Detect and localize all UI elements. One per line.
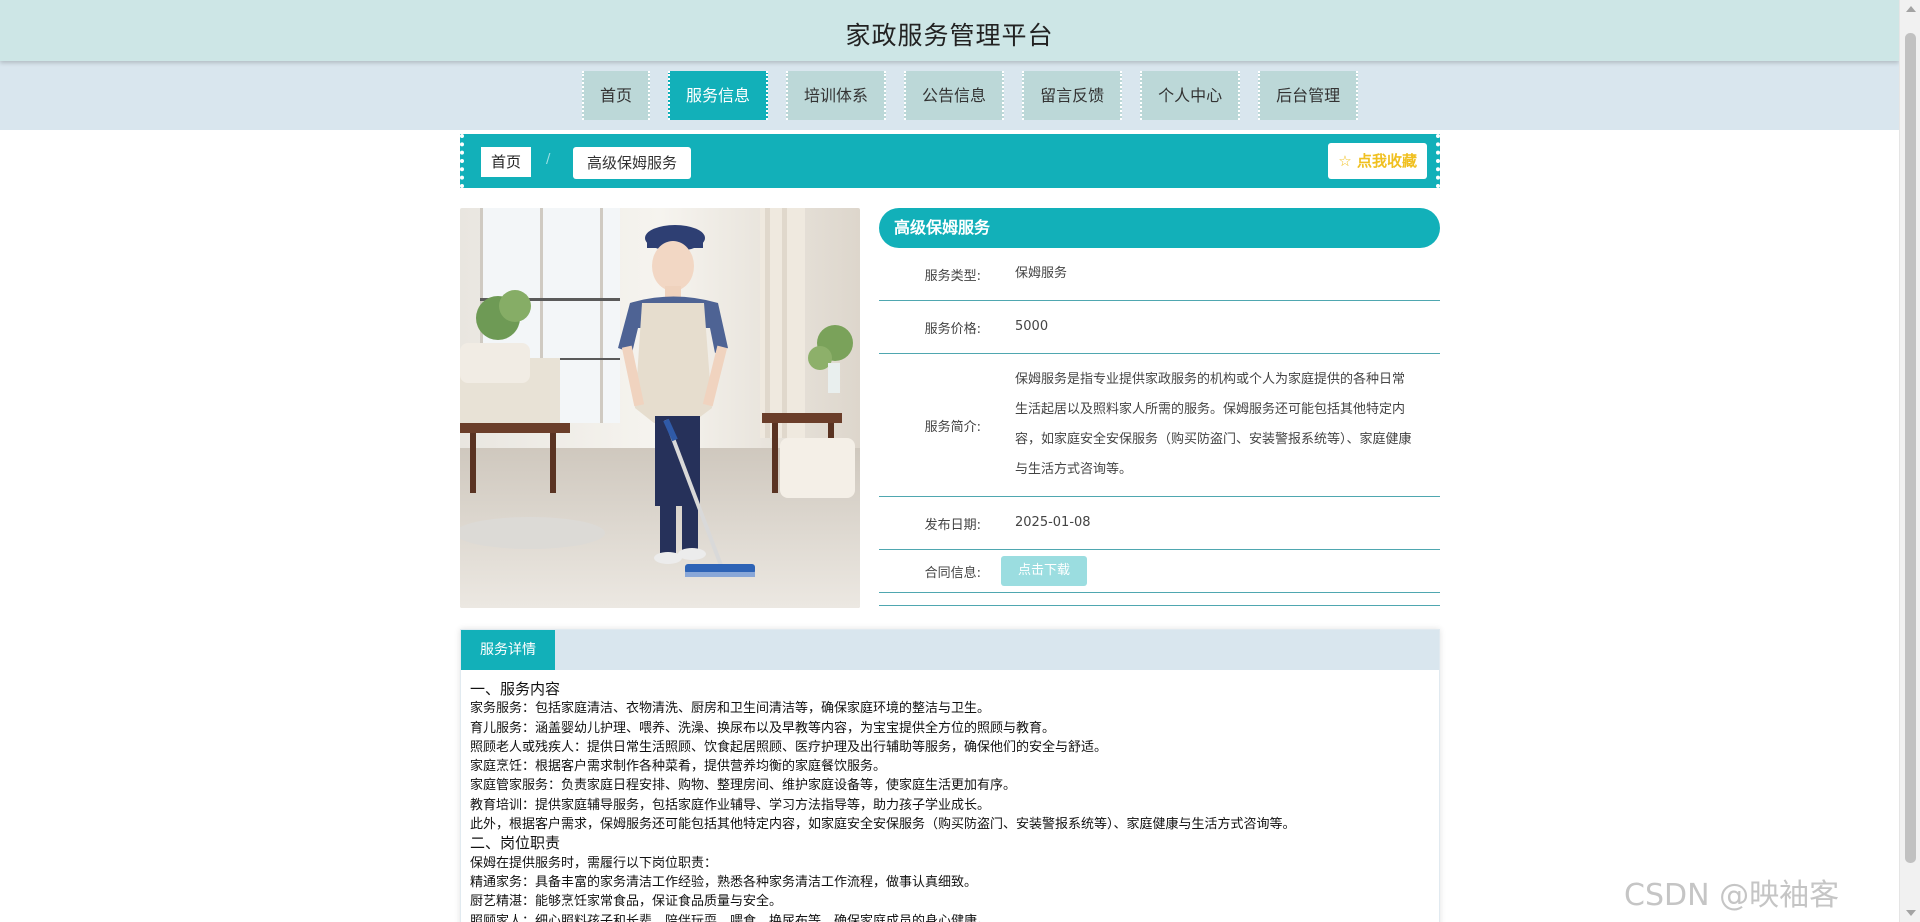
favorite-button[interactable]: ☆ 点我收藏 xyxy=(1328,143,1427,179)
content-line: 家庭烹饪：根据客户需求制作各种菜肴，提供营养均衡的家庭餐饮服务。 xyxy=(470,759,887,775)
publish-date-row: 发布日期: 2025-01-08 xyxy=(879,497,1440,550)
favorite-button-label: 点我收藏 xyxy=(1356,152,1417,170)
page: 家政服务管理平台 首页 服务信息 培训体系 公告信息 留言反馈 个人中心 后台管理 首页 /… xyxy=(0,0,1920,922)
watermark: CSDN @映袖客 xyxy=(1624,878,1840,913)
top-header: 家政服务管理平台 xyxy=(0,0,1899,61)
content-line: 保姆在提供服务时，需履行以下岗位职责： xyxy=(470,855,718,871)
nav-item-3[interactable]: 公告信息 xyxy=(904,71,1005,120)
contract-label: 合同信息: xyxy=(924,565,981,581)
service-type-value: 保姆服务 xyxy=(1015,266,1068,281)
service-type-row: 服务类型: 保姆服务 xyxy=(879,248,1440,301)
content-line: 家务服务：包括家庭清洁、衣物清洗、厨房和卫生间清洁等，确保家庭环境的整洁与卫生。 xyxy=(470,701,991,717)
content-line: 照顾老人或残疾人：提供日常生活照顾、饮食起居照顾、医疗护理及出行辅助等服务，确保… xyxy=(470,739,1108,755)
content-line: 照顾家人：细心照料孩子和长辈，陪伴玩耍、喂食、换尿布等，确保家庭成员的身心健康。 xyxy=(470,913,991,922)
download-button[interactable]: 点击下载 xyxy=(1001,556,1087,586)
content-section-heading: 一、服务内容 xyxy=(470,680,561,698)
service-price-value: 5000 xyxy=(1015,319,1049,334)
content-section-heading: 二、岗位职责 xyxy=(470,834,561,853)
housekeeper-illustration xyxy=(460,208,860,608)
tab-header: 服务详情 xyxy=(461,630,1439,670)
service-detail-tabs: 服务详情 一、服务内容家务服务：包括家庭清洁、衣物清洗、厨房和卫生间清洁等，确保… xyxy=(460,629,1440,922)
scroll-up-arrow-icon[interactable] xyxy=(1906,6,1916,12)
star-outline-icon: ☆ xyxy=(1338,152,1352,170)
content-line: 育儿服务：涵盖婴幼儿护理、喂养、洗澡、换尿布以及早教等内容，为宝宝提供全方位的照… xyxy=(470,720,1056,736)
service-price-row: 服务价格: 5000 xyxy=(879,301,1440,354)
service-title: 高级保姆服务 xyxy=(879,208,1440,248)
nav-item-6[interactable]: 后台管理 xyxy=(1258,71,1359,120)
service-intro-row: 服务简介: 保姆服务是指专业提供家政服务的机构或个人为家庭提供的各种日常生活起居… xyxy=(879,354,1440,497)
detail-divider xyxy=(879,593,1440,606)
nav-item-1[interactable]: 服务信息 xyxy=(668,71,769,120)
service-type-label: 服务类型: xyxy=(924,268,981,284)
tab-content: 一、服务内容家务服务：包括家庭清洁、衣物清洗、厨房和卫生间清洁等，确保家庭环境的… xyxy=(461,670,1439,922)
nav-item-5[interactable]: 个人中心 xyxy=(1140,71,1241,120)
breadcrumb: 首页 / 高级保姆服务 ☆ 点我收藏 xyxy=(460,134,1440,188)
breadcrumb-current: 高级保姆服务 xyxy=(573,147,692,179)
nav-list: 首页 服务信息 培训体系 公告信息 留言反馈 个人中心 后台管理 xyxy=(582,71,1359,120)
main-nav: 首页 服务信息 培训体系 公告信息 留言反馈 个人中心 后台管理 xyxy=(0,61,1899,130)
publish-date-value: 2025-01-08 xyxy=(1015,515,1091,530)
content-line: 精通家务：具备丰富的家务清洁工作经验，熟悉各种家务清洁工作流程，做事认真细致。 xyxy=(470,874,978,890)
service-detail-panel: 高级保姆服务 服务类型: 保姆服务 服务价格: 5000 服务简介: 保姆服务是… xyxy=(879,208,1440,606)
content-line: 教育培训：提供家庭辅导服务，包括家庭作业辅导、学习方法指导等，助力孩子学业成长。 xyxy=(470,797,991,813)
contract-row: 合同信息: 点击下载 xyxy=(879,550,1440,593)
content-line: 家庭管家服务：负责家庭日程安排、购物、整理房间、维护家庭设备等，使家庭生活更加有… xyxy=(470,778,1017,794)
nav-item-2[interactable]: 培训体系 xyxy=(786,71,887,120)
tab-service-detail[interactable]: 服务详情 xyxy=(461,630,555,670)
scroll-down-arrow-icon[interactable] xyxy=(1906,910,1916,916)
service-intro-value: 保姆服务是指专业提供家政服务的机构或个人为家庭提供的各种日常生活起居以及照料家人… xyxy=(1015,372,1412,477)
breadcrumb-home-link[interactable]: 首页 xyxy=(481,147,532,177)
content-line: 此外，根据客户需求，保姆服务还可能包括其他特定内容，如家庭安全安保服务（购买防盗… xyxy=(470,817,1296,833)
nav-item-0[interactable]: 首页 xyxy=(582,71,651,120)
publish-date-label: 发布日期: xyxy=(924,517,981,533)
service-photo xyxy=(460,208,860,608)
content-line: 厨艺精湛：能够烹饪家常食品，保证食品质量与安全。 xyxy=(470,894,783,910)
service-price-label: 服务价格: xyxy=(924,321,981,337)
site-title: 家政服务管理平台 xyxy=(845,21,1054,50)
breadcrumb-separator: / xyxy=(546,152,551,167)
page-scrollbar[interactable] xyxy=(1899,0,1920,922)
service-intro-label: 服务简介: xyxy=(924,419,981,435)
scroll-thumb[interactable] xyxy=(1905,33,1916,863)
nav-item-4[interactable]: 留言反馈 xyxy=(1022,71,1123,120)
